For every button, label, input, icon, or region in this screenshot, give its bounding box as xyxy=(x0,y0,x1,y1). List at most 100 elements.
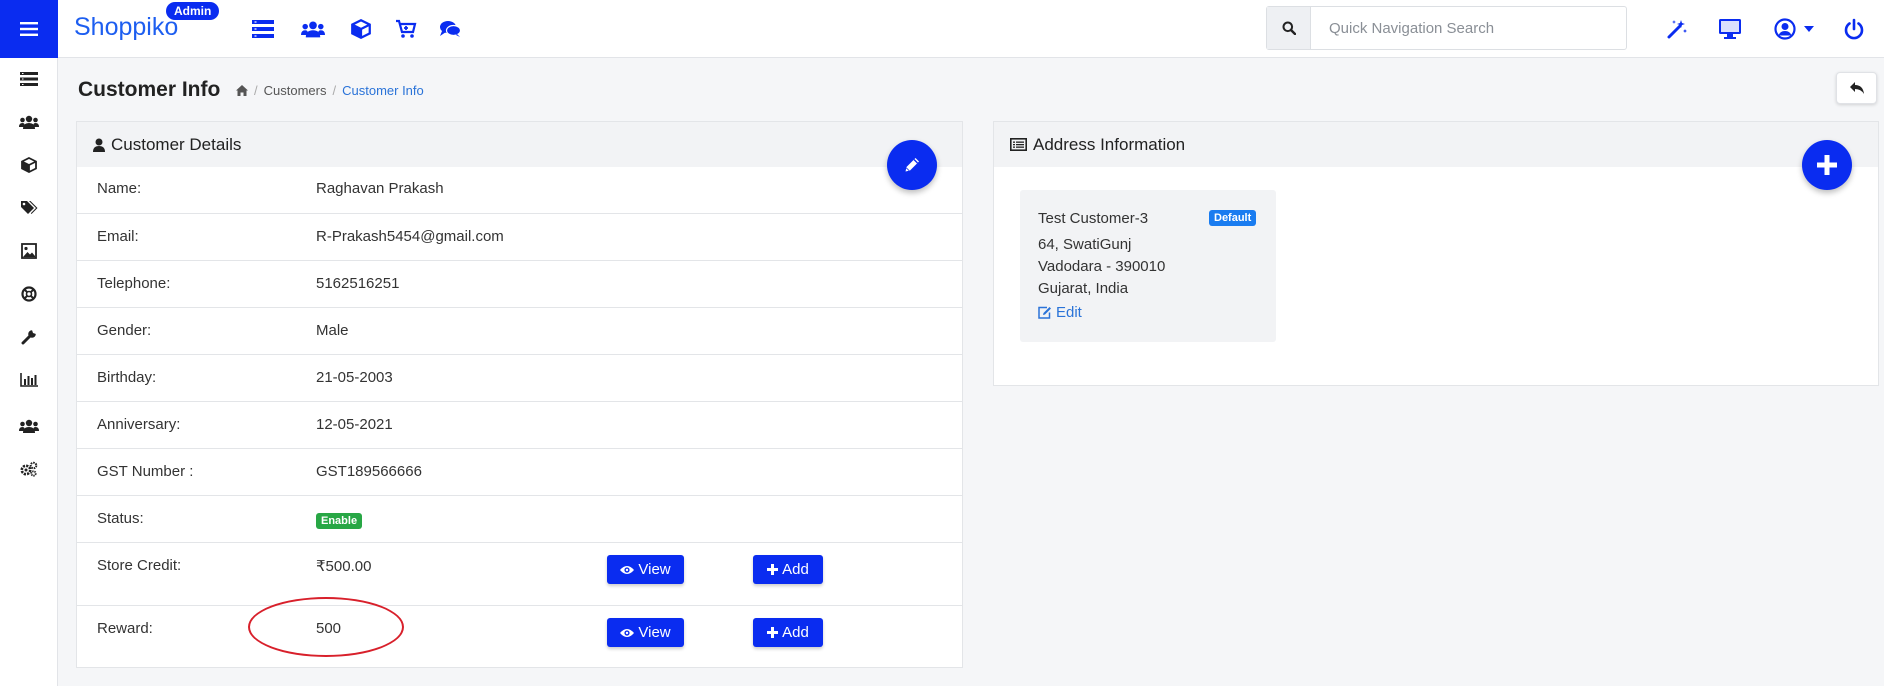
sidebar-item-users[interactable] xyxy=(0,411,58,441)
reward-add-button[interactable]: Add xyxy=(753,618,823,647)
nav-messages-icon[interactable] xyxy=(435,14,465,44)
customer-details-title: Customer Details xyxy=(111,134,242,154)
admin-badge: Admin xyxy=(166,2,220,20)
nav-products-icon[interactable] xyxy=(346,14,376,44)
edit-address-link[interactable]: Edit xyxy=(1038,304,1082,321)
sidebar-item-products[interactable] xyxy=(0,150,58,180)
detail-label: Reward: xyxy=(97,620,153,637)
plus-icon xyxy=(767,627,779,638)
back-button[interactable] xyxy=(1836,72,1877,104)
users-icon xyxy=(19,419,39,433)
search-input[interactable] xyxy=(1312,7,1626,49)
image-icon xyxy=(21,243,37,259)
hamburger-icon xyxy=(20,22,38,36)
cube-icon xyxy=(351,19,371,39)
detail-row-reward: Reward: 500 View Add xyxy=(77,605,962,667)
default-badge: Default xyxy=(1209,210,1257,226)
users-icon xyxy=(19,115,39,129)
detail-row-gender: Gender: Male xyxy=(77,307,962,354)
list-icon xyxy=(20,72,38,86)
reward-highlight-annotation xyxy=(248,597,404,657)
nav-customers-icon[interactable] xyxy=(298,14,328,44)
detail-value: GST189566666 xyxy=(316,463,422,480)
address-line-2: Vadodara - 390010 xyxy=(1038,258,1166,275)
address-information-header: Address Information xyxy=(994,122,1878,167)
cart-icon xyxy=(396,19,417,38)
detail-row-telephone: Telephone: 5162516251 xyxy=(77,260,962,307)
nav-orders-icon[interactable] xyxy=(391,14,421,44)
add-label: Add xyxy=(782,561,809,578)
store-credit-add-button[interactable]: Add xyxy=(753,555,823,584)
detail-row-gst-number: GST Number : GST189566666 xyxy=(77,448,962,495)
logout-button[interactable] xyxy=(1839,14,1869,44)
sidebar-item-coupons[interactable] xyxy=(0,193,58,223)
chat-icon xyxy=(440,21,461,37)
edit-customer-button[interactable] xyxy=(887,140,937,190)
search-button[interactable] xyxy=(1267,7,1311,49)
caret-down-icon xyxy=(1804,26,1814,32)
plus-icon xyxy=(767,564,779,575)
reward-view-button[interactable]: View xyxy=(607,618,684,647)
brand-logo[interactable]: Shoppiko xyxy=(74,13,178,42)
customize-button[interactable] xyxy=(1662,14,1692,44)
detail-label: Birthday: xyxy=(97,369,157,386)
nav-dashboard-icon[interactable] xyxy=(248,14,278,44)
lifebuoy-icon xyxy=(21,286,37,302)
menu-toggle-button[interactable] xyxy=(0,0,58,58)
view-store-button[interactable] xyxy=(1715,14,1745,44)
user-circle-icon xyxy=(1774,18,1796,40)
sidebar-item-tools[interactable] xyxy=(0,322,58,352)
breadcrumb-separator: / xyxy=(332,83,337,98)
status-badge: Enable xyxy=(316,513,363,529)
sidebar xyxy=(0,0,58,686)
pencil-icon xyxy=(904,158,919,173)
store-credit-view-button[interactable]: View xyxy=(607,555,684,584)
add-address-button[interactable] xyxy=(1802,140,1852,190)
users-icon xyxy=(301,21,325,38)
detail-row-store-credit: Store Credit: ₹500.00 View Add xyxy=(77,542,962,605)
customer-details-header: Customer Details xyxy=(77,122,962,167)
detail-label: Anniversary: xyxy=(97,416,181,433)
detail-label: Telephone: xyxy=(97,275,171,292)
breadcrumb-customers-link[interactable]: Customers xyxy=(264,83,327,98)
bar-chart-icon xyxy=(20,373,38,387)
search-icon xyxy=(1282,21,1296,35)
wrench-icon xyxy=(21,330,36,345)
detail-row-name: Name: Raghavan Prakash xyxy=(77,167,962,213)
sidebar-item-dashboard[interactable] xyxy=(0,64,58,94)
detail-row-email: Email: R-Prakash5454@gmail.com xyxy=(77,213,962,260)
detail-label: Gender: xyxy=(97,322,152,339)
user-icon xyxy=(93,138,105,152)
breadcrumb-current: Customer Info xyxy=(342,83,424,98)
address-card-icon xyxy=(1010,138,1027,151)
customer-details-panel: Customer Details Name: Raghavan Prakash … xyxy=(76,121,963,668)
detail-label: Name: xyxy=(97,180,142,197)
breadcrumb: / Customers / Customer Info xyxy=(236,83,424,98)
detail-label: Email: xyxy=(97,228,139,245)
detail-label: GST Number : xyxy=(97,463,194,480)
address-information-panel: Address Information Test Customer-3 Defa… xyxy=(993,121,1879,386)
eye-icon xyxy=(620,565,635,574)
sidebar-item-customers[interactable] xyxy=(0,107,58,137)
sidebar-item-media[interactable] xyxy=(0,236,58,266)
detail-value: Raghavan Prakash xyxy=(316,180,444,197)
detail-label: Status: xyxy=(97,510,144,527)
plus-icon xyxy=(1817,155,1837,175)
edit-label: Edit xyxy=(1056,304,1082,321)
address-information-title: Address Information xyxy=(1033,134,1186,154)
detail-value: 5162516251 xyxy=(316,275,400,292)
sidebar-item-settings[interactable] xyxy=(0,454,58,484)
address-name: Test Customer-3 xyxy=(1038,210,1149,227)
quick-navigation-search xyxy=(1266,6,1627,50)
page-title: Customer Info xyxy=(78,78,221,101)
detail-row-anniversary: Anniversary: 12-05-2021 xyxy=(77,401,962,448)
sidebar-item-support[interactable] xyxy=(0,279,58,309)
sidebar-item-reports[interactable] xyxy=(0,365,58,395)
user-menu-dropdown[interactable] xyxy=(1769,14,1819,44)
home-icon[interactable] xyxy=(236,85,248,96)
store-credit-value: ₹500.00 xyxy=(316,558,372,575)
detail-value: R-Prakash5454@gmail.com xyxy=(316,228,504,245)
top-bar: Shoppiko Admin xyxy=(58,0,1884,58)
detail-value: 21-05-2003 xyxy=(316,369,393,386)
detail-label: Store Credit: xyxy=(97,557,182,574)
